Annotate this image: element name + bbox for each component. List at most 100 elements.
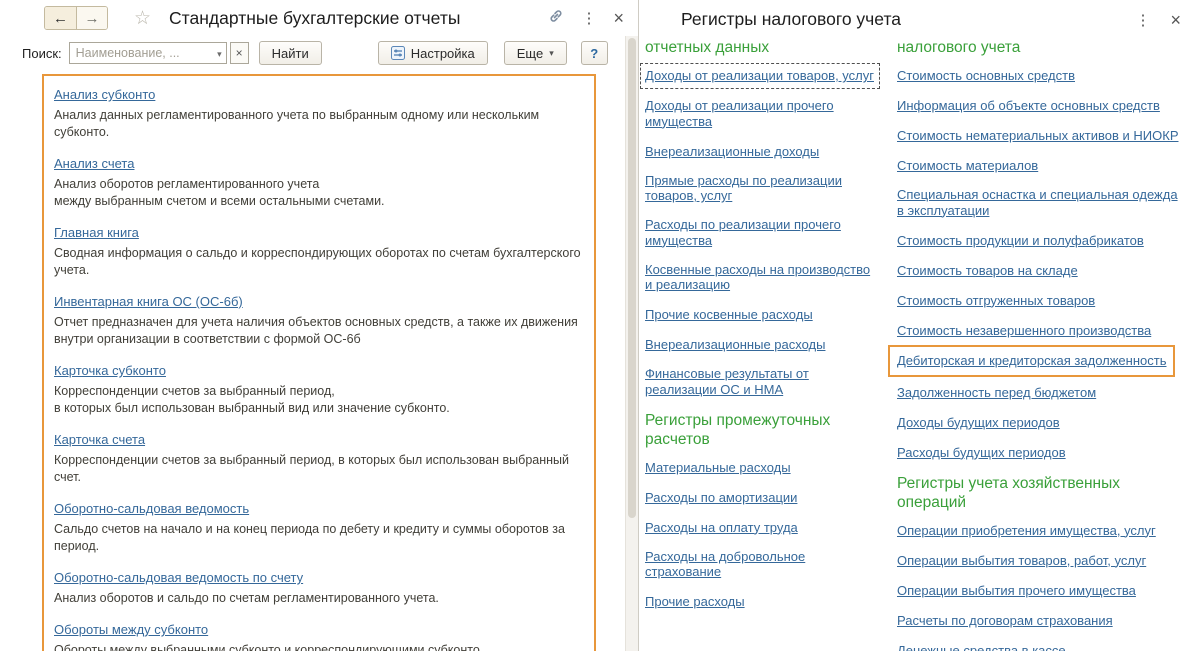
register-link[interactable]: Прямые расходы по реализации товаров, ус… — [645, 173, 842, 204]
section-heading: налогового учета — [897, 39, 1021, 56]
settings-icon — [390, 46, 405, 60]
search-input[interactable] — [69, 43, 226, 63]
back-button[interactable]: ← — [45, 7, 76, 29]
standard-reports-panel: ← → ☆ Стандартные бухгалтерские отчеты ⋮… — [0, 0, 639, 651]
register-link-row: Стоимость продукции и полуфабрикатов — [897, 232, 1197, 250]
register-link[interactable]: Специальная оснастка и специальная одежд… — [897, 187, 1178, 218]
register-link[interactable]: Расходы по амортизации — [645, 490, 797, 506]
register-link[interactable]: Расходы по реализации прочего имущества — [645, 217, 841, 248]
report-link[interactable]: Анализ счета — [54, 156, 134, 171]
register-link[interactable]: Материальные расходы — [645, 460, 791, 476]
report-link[interactable]: Карточка счета — [54, 432, 145, 447]
register-link[interactable]: Задолженность перед бюджетом — [897, 385, 1096, 401]
help-button[interactable]: ? — [580, 41, 608, 65]
report-link[interactable]: Карточка субконто — [54, 363, 166, 378]
register-link[interactable]: Информация об объекте основных средств — [897, 98, 1160, 114]
report-entry: Инвентарная книга ОС (ОС-6б) Отчет предн… — [54, 293, 592, 348]
report-link[interactable]: Инвентарная книга ОС (ОС-6б) — [54, 294, 243, 309]
register-link[interactable]: Стоимость незавершенного производства — [897, 323, 1151, 339]
register-link-row: Финансовые результаты от реализации ОС и… — [645, 366, 885, 399]
find-button[interactable]: Найти — [258, 41, 322, 65]
register-link[interactable]: Расходы на добровольное страхование — [645, 549, 805, 580]
register-link-row: Стоимость нематериальных активов и НИОКР — [897, 127, 1197, 145]
chevron-down-icon[interactable]: ▾ — [217, 49, 222, 60]
register-link[interactable]: Прочие расходы — [645, 594, 745, 610]
register-link-row: Внереализационные доходы — [645, 143, 885, 161]
report-description: Сальдо счетов на начало и на конец перио… — [54, 522, 565, 553]
search-label: Поиск: — [22, 45, 62, 61]
right-titlebar: Регистры налогового учета ⋮ × — [639, 0, 1201, 30]
settings-button[interactable]: Настройка — [377, 41, 488, 65]
register-link-row: Прямые расходы по реализации товаров, ус… — [645, 173, 885, 206]
vertical-scrollbar[interactable] — [625, 36, 638, 651]
register-link-row: Прочие расходы — [645, 593, 885, 611]
register-link[interactable]: Доходы от реализации прочего имущества — [645, 98, 834, 129]
register-link-row: Доходы будущих периодов — [897, 414, 1197, 432]
register-link-row: Расчеты по договорам страхования — [897, 612, 1197, 630]
get-link-icon[interactable] — [548, 8, 564, 29]
scrollbar-thumb[interactable] — [628, 38, 636, 518]
register-links-group: Доходы от реализации товаров, услуг Дохо… — [640, 63, 885, 399]
register-link-row: Специальная оснастка и специальная одежд… — [897, 187, 1197, 220]
register-columns: отчетных данных Доходы от реализации тов… — [639, 30, 1201, 651]
register-link-row: Доходы от реализации товаров, услуг — [640, 63, 880, 89]
register-link[interactable]: Стоимость основных средств — [897, 68, 1075, 84]
search-clear-button[interactable]: × — [229, 42, 249, 64]
registers-column-1: отчетных данных Доходы от реализации тов… — [640, 32, 885, 651]
register-link-row: Дебиторская и кредиторская задолженность — [888, 344, 1176, 377]
register-link[interactable]: Косвенные расходы на производство и реал… — [645, 262, 870, 293]
register-link[interactable]: Операции выбытия прочего имущества — [897, 583, 1136, 599]
report-link[interactable]: Обороты между субконто — [54, 622, 208, 637]
register-link[interactable]: Стоимость продукции и полуфабрикатов — [897, 233, 1144, 249]
register-link[interactable]: Операции приобретения имущества, услуг — [897, 523, 1156, 539]
close-icon[interactable]: × — [1170, 11, 1181, 29]
register-link-row: Стоимость товаров на складе — [897, 262, 1197, 280]
app-window: ← → ☆ Стандартные бухгалтерские отчеты ⋮… — [0, 0, 1201, 651]
report-entry: Карточка счета Корреспонденции счетов за… — [54, 431, 592, 486]
page-title: Стандартные бухгалтерские отчеты — [169, 7, 461, 28]
more-label: Еще — [516, 45, 544, 61]
favorite-star-icon[interactable]: ☆ — [134, 7, 151, 30]
register-link[interactable]: Стоимость материалов — [897, 158, 1038, 174]
report-link[interactable]: Оборотно-сальдовая ведомость по счету — [54, 570, 303, 585]
register-link[interactable]: Денежные средства в кассе — [897, 643, 1066, 651]
more-menu-icon[interactable]: ⋮ — [581, 11, 596, 26]
register-link[interactable]: Внереализационные расходы — [645, 337, 825, 353]
section-heading: Регистры учета хозяйственных операций — [897, 474, 1121, 511]
register-link[interactable]: Доходы будущих периодов — [897, 415, 1060, 431]
register-link-row: Операции выбытия товаров, работ, услуг — [897, 552, 1197, 570]
register-link-row: Информация об объекте основных средств — [897, 97, 1197, 115]
report-entry: Главная книга Сводная информация о сальд… — [54, 224, 592, 279]
register-link[interactable]: Расчеты по договорам страхования — [897, 613, 1113, 629]
report-link[interactable]: Оборотно-сальдовая ведомость — [54, 501, 249, 516]
report-description: Анализ оборотов и сальдо по счетам регла… — [54, 591, 439, 605]
forward-button[interactable]: → — [76, 7, 107, 29]
close-icon[interactable]: × — [613, 9, 624, 27]
register-link[interactable]: Стоимость товаров на складе — [897, 263, 1078, 279]
report-link[interactable]: Главная книга — [54, 225, 139, 240]
register-link[interactable]: Стоимость нематериальных активов и НИОКР — [897, 128, 1179, 144]
register-link[interactable]: Дебиторская и кредиторская задолженность — [897, 353, 1166, 369]
register-link-row: Прочие косвенные расходы — [645, 306, 885, 324]
more-button[interactable]: Еще ▾ — [503, 41, 567, 65]
title-icons: ⋮ × — [548, 8, 624, 29]
report-link[interactable]: Анализ субконто — [54, 87, 155, 102]
register-link[interactable]: Доходы от реализации товаров, услуг — [645, 68, 874, 84]
register-link[interactable]: Операции выбытия товаров, работ, услуг — [897, 553, 1146, 569]
register-link[interactable]: Финансовые результаты от реализации ОС и… — [645, 366, 809, 397]
report-entry: Анализ счета Анализ оборотов регламентир… — [54, 155, 592, 210]
more-menu-icon[interactable]: ⋮ — [1135, 13, 1150, 28]
register-link[interactable]: Расходы будущих периодов — [897, 445, 1066, 461]
registers-column-2: налогового учета Стоимость основных сред… — [888, 32, 1201, 651]
register-link[interactable]: Внереализационные доходы — [645, 144, 819, 160]
report-description: Анализ оборотов регламентированного учет… — [54, 177, 385, 208]
register-link[interactable]: Стоимость отгруженных товаров — [897, 293, 1095, 309]
reports-highlight-frame: Анализ субконто Анализ данных регламенти… — [42, 74, 596, 651]
register-link[interactable]: Расходы на оплату труда — [645, 520, 798, 536]
register-link[interactable]: Прочие косвенные расходы — [645, 307, 813, 323]
tax-registers-panel: Регистры налогового учета ⋮ × отчетных д… — [639, 0, 1201, 651]
register-link-row: Внереализационные расходы — [645, 336, 885, 354]
report-entry: Карточка субконто Корреспонденции счетов… — [54, 362, 592, 417]
title-icons: ⋮ × — [1135, 9, 1181, 29]
reports-list-area: Анализ субконто Анализ данных регламенти… — [0, 68, 638, 651]
